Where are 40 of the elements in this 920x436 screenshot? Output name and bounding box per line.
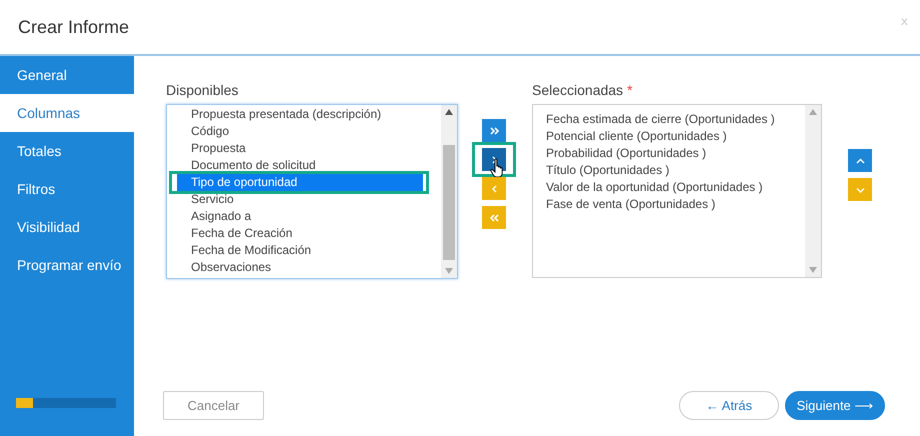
list-item[interactable]: Valor de la oportunidad (Oportunidades ) (533, 179, 805, 196)
list-item[interactable]: Observaciones (167, 259, 441, 276)
list-item[interactable]: Potencial cliente (Oportunidades ) (533, 128, 805, 145)
list-item[interactable]: Propuesta presentada (descripción) (167, 106, 441, 123)
chevron-up-icon (856, 156, 864, 164)
list-item[interactable]: Código (167, 123, 441, 140)
required-mark: * (626, 82, 632, 98)
field-label: Seleccionadas * (532, 82, 634, 98)
list-item[interactable]: Fecha de Creación (167, 225, 441, 242)
list-item[interactable]: Fase de venta (Oportunidades ) (533, 196, 805, 213)
sidebar-item[interactable]: Programar envío (0, 246, 134, 284)
sidebar-item[interactable]: Filtros (0, 170, 134, 208)
scrollbar[interactable] (441, 105, 457, 278)
scroll-up-icon (809, 109, 817, 115)
scroll-up-icon (445, 109, 453, 115)
sidebar-item[interactable]: General (0, 56, 134, 94)
scroll-down-icon (445, 268, 453, 274)
list-item[interactable]: Título (Oportunidades ) (533, 162, 805, 179)
scroll-down-icon (809, 267, 817, 273)
list-item[interactable]: Tipo de oportunidad (177, 174, 423, 191)
sidebar-item[interactable]: Columnas (0, 94, 134, 132)
list-item[interactable]: Probabilidad (Oportunidades ) (533, 145, 805, 162)
list-item[interactable]: Propuesta (167, 140, 441, 157)
next-button[interactable]: Siguiente ⟶ (785, 391, 885, 420)
sidebar-item[interactable]: Totales (0, 132, 134, 170)
chevron-left-icon (490, 184, 498, 192)
double-chevron-left-icon (490, 214, 498, 222)
sidebar-item[interactable]: Visibilidad (0, 208, 134, 246)
field-label: Disponibles (166, 82, 240, 98)
list-item[interactable]: Documento de solicitud (167, 157, 441, 174)
back-button[interactable]: ← Atrás (679, 391, 779, 420)
scrollbar[interactable] (805, 105, 821, 277)
list-item[interactable]: Fecha estimada de cierre (Oportunidades ) (533, 111, 805, 128)
list-item[interactable]: Asignado a (167, 208, 441, 225)
dialog-title: Crear Informe (18, 16, 130, 38)
list-item[interactable]: Fecha de Modificación (167, 242, 441, 259)
chevron-down-icon (856, 186, 864, 194)
cancel-button[interactable]: Cancelar (163, 391, 264, 420)
list-item[interactable]: Servicio (167, 191, 441, 208)
double-chevron-right-icon (490, 126, 498, 134)
